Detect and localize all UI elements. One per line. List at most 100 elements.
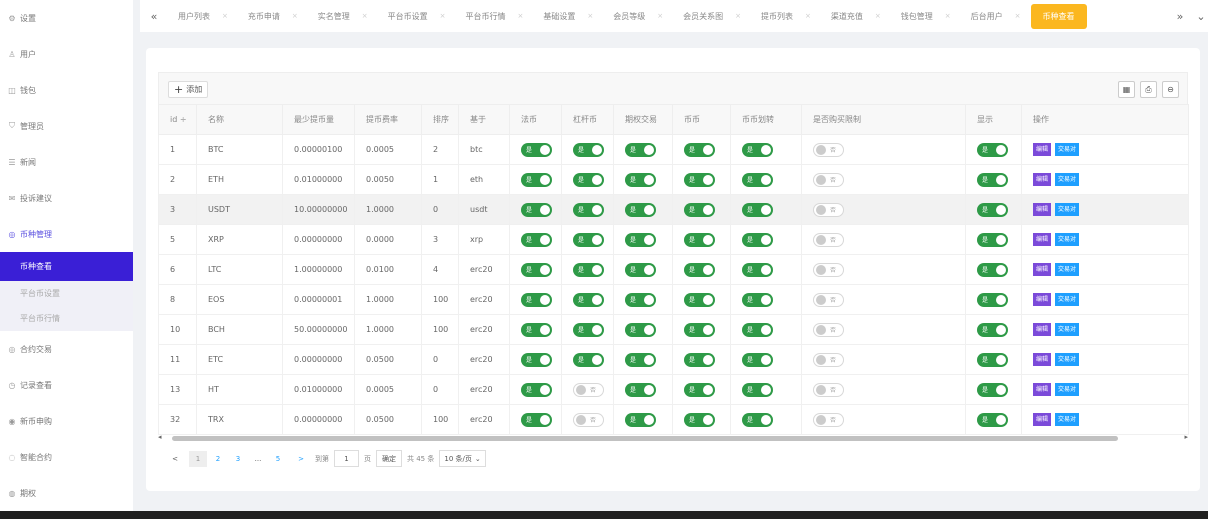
- toggle-switch[interactable]: 是: [977, 352, 1008, 367]
- close-icon[interactable]: ×: [945, 12, 951, 20]
- horizontal-scrollbar[interactable]: ◂ ▸: [158, 433, 1188, 442]
- toggle-switch[interactable]: 否: [813, 262, 844, 277]
- sidebar-item[interactable]: ✉ 投诉建议: [0, 180, 133, 216]
- tabs-next-button[interactable]: »: [1166, 10, 1194, 23]
- tab-item[interactable]: 后台用户 ×: [961, 0, 1031, 32]
- toggle-switch[interactable]: 否: [813, 142, 844, 157]
- toggle-switch[interactable]: 是: [573, 232, 604, 247]
- edit-button[interactable]: 编辑: [1033, 173, 1052, 186]
- edit-button[interactable]: 编辑: [1033, 323, 1052, 336]
- submenu-item-currency-view[interactable]: 币种查看: [0, 252, 133, 281]
- edit-button[interactable]: 编辑: [1033, 203, 1052, 216]
- close-icon[interactable]: ×: [735, 12, 741, 20]
- toggle-switch[interactable]: 是: [573, 322, 604, 337]
- toggle-switch[interactable]: 是: [684, 352, 715, 367]
- toggle-switch[interactable]: 是: [573, 172, 604, 187]
- toggle-switch[interactable]: 是: [977, 412, 1008, 427]
- toggle-switch[interactable]: 否: [813, 322, 844, 337]
- close-icon[interactable]: ×: [222, 12, 228, 20]
- add-button[interactable]: + 添加: [168, 81, 209, 98]
- edit-button[interactable]: 编辑: [1033, 413, 1052, 426]
- toggle-switch[interactable]: 否: [573, 382, 604, 397]
- tab-item[interactable]: 实名管理 ×: [308, 0, 378, 32]
- toggle-switch[interactable]: 是: [742, 352, 773, 367]
- toggle-switch[interactable]: 是: [625, 142, 656, 157]
- print-icon[interactable]: ⎙: [1140, 81, 1157, 98]
- toggle-switch[interactable]: 是: [742, 382, 773, 397]
- edit-button[interactable]: 编辑: [1033, 233, 1052, 246]
- prev-page-button[interactable]: <: [166, 451, 184, 467]
- tab-item[interactable]: 会员关系图 ×: [673, 0, 751, 32]
- toggle-switch[interactable]: 是: [684, 202, 715, 217]
- edit-button[interactable]: 编辑: [1033, 353, 1052, 366]
- toggle-switch[interactable]: 是: [625, 202, 656, 217]
- trading-pair-button[interactable]: 交易对: [1055, 323, 1080, 336]
- toggle-switch[interactable]: 是: [521, 352, 552, 367]
- page-size-select[interactable]: 10 条/页 ⌄: [439, 450, 486, 467]
- sidebar-item[interactable]: ◷ 记录查看: [0, 367, 133, 403]
- toggle-switch[interactable]: 是: [742, 322, 773, 337]
- trading-pair-button[interactable]: 交易对: [1055, 293, 1080, 306]
- toggle-switch[interactable]: 是: [625, 382, 656, 397]
- toggle-switch[interactable]: 是: [684, 322, 715, 337]
- toggle-switch[interactable]: 是: [625, 232, 656, 247]
- toggle-switch[interactable]: 是: [521, 262, 552, 277]
- toggle-switch[interactable]: 是: [977, 142, 1008, 157]
- tab-item[interactable]: 充币申请 ×: [238, 0, 308, 32]
- tabs-prev-button[interactable]: «: [140, 10, 168, 23]
- edit-button[interactable]: 编辑: [1033, 293, 1052, 306]
- toggle-switch[interactable]: 是: [521, 232, 552, 247]
- toggle-switch[interactable]: 否: [813, 412, 844, 427]
- toggle-switch[interactable]: 否: [813, 202, 844, 217]
- toggle-switch[interactable]: 是: [742, 292, 773, 307]
- edit-button[interactable]: 编辑: [1033, 263, 1052, 276]
- toggle-switch[interactable]: 是: [684, 292, 715, 307]
- tab-item[interactable]: 平台币设置 ×: [378, 0, 456, 32]
- page-number-button[interactable]: 3: [229, 451, 247, 467]
- toggle-switch[interactable]: 是: [625, 172, 656, 187]
- tabs-more-button[interactable]: ⌄: [1194, 10, 1208, 23]
- toggle-switch[interactable]: 是: [742, 142, 773, 157]
- sidebar-item[interactable]: ◌ 智能合约: [0, 439, 133, 475]
- toggle-switch[interactable]: 是: [521, 202, 552, 217]
- page-number-button[interactable]: 1: [189, 450, 207, 467]
- trading-pair-button[interactable]: 交易对: [1055, 413, 1080, 426]
- toggle-switch[interactable]: 是: [573, 142, 604, 157]
- toggle-switch[interactable]: 否: [573, 412, 604, 427]
- toggle-switch[interactable]: 是: [625, 262, 656, 277]
- sidebar-item-currency[interactable]: ◎ 币种管理: [0, 216, 133, 252]
- tab-item[interactable]: 提币列表 ×: [751, 0, 821, 32]
- tab-item[interactable]: 基础设置 ×: [533, 0, 603, 32]
- trading-pair-button[interactable]: 交易对: [1055, 143, 1080, 156]
- toggle-switch[interactable]: 是: [573, 352, 604, 367]
- columns-icon[interactable]: ▦: [1118, 81, 1135, 98]
- close-icon[interactable]: ×: [587, 12, 593, 20]
- toggle-switch[interactable]: 是: [625, 322, 656, 337]
- toggle-switch[interactable]: 是: [977, 322, 1008, 337]
- trading-pair-button[interactable]: 交易对: [1055, 263, 1080, 276]
- tab-item[interactable]: 会员等级 ×: [603, 0, 673, 32]
- toggle-switch[interactable]: 是: [977, 172, 1008, 187]
- toggle-switch[interactable]: 是: [521, 382, 552, 397]
- close-icon[interactable]: ×: [292, 12, 298, 20]
- sidebar-item[interactable]: ♙ 用户: [0, 36, 133, 72]
- toggle-switch[interactable]: 是: [521, 322, 552, 337]
- edit-button[interactable]: 编辑: [1033, 143, 1052, 156]
- toggle-switch[interactable]: 是: [977, 262, 1008, 277]
- toggle-switch[interactable]: 是: [684, 382, 715, 397]
- toggle-switch[interactable]: 是: [742, 232, 773, 247]
- sidebar-item[interactable]: ◉ 新币申购: [0, 403, 133, 439]
- close-icon[interactable]: ×: [805, 12, 811, 20]
- sidebar-item[interactable]: ◫ 钱包: [0, 72, 133, 108]
- tab-item[interactable]: 平台币行情 ×: [456, 0, 534, 32]
- tab-item[interactable]: 渠道充值 ×: [821, 0, 891, 32]
- toggle-switch[interactable]: 是: [521, 412, 552, 427]
- toggle-switch[interactable]: 是: [977, 202, 1008, 217]
- toggle-switch[interactable]: 是: [742, 262, 773, 277]
- goto-page-input[interactable]: 1: [334, 450, 359, 467]
- tab-active[interactable]: 币种查看: [1030, 3, 1087, 29]
- export-icon[interactable]: ⊖: [1162, 81, 1179, 98]
- toggle-switch[interactable]: 是: [684, 142, 715, 157]
- trading-pair-button[interactable]: 交易对: [1055, 233, 1080, 246]
- toggle-switch[interactable]: 否: [813, 292, 844, 307]
